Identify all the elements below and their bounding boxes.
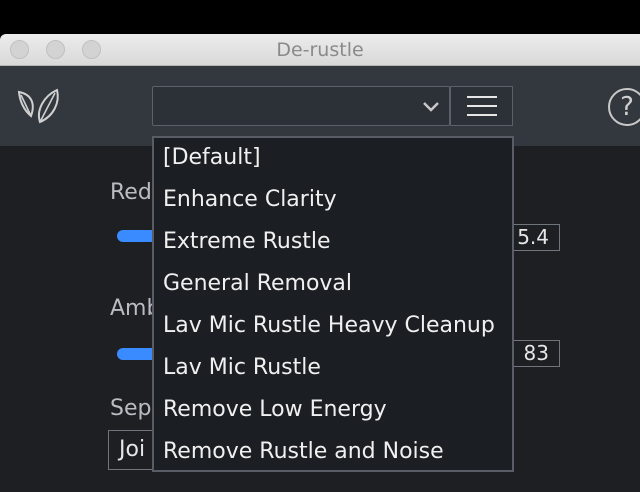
title-bar[interactable]: De-rustle: [0, 34, 640, 66]
preset-menu-item[interactable]: General Removal: [154, 264, 512, 306]
preset-select[interactable]: [152, 86, 450, 126]
preset-menu-item[interactable]: Remove Low Energy: [154, 390, 512, 432]
separation-label: Sep: [110, 396, 152, 421]
ambience-slider[interactable]: [117, 348, 157, 360]
preset-menu-item[interactable]: Extreme Rustle: [154, 222, 512, 264]
help-button[interactable]: ?: [608, 88, 640, 126]
preset-menu-item[interactable]: [Default]: [154, 138, 512, 180]
preset-menu-item[interactable]: Lav Mic Rustle: [154, 348, 512, 390]
chevron-down-icon: [421, 99, 441, 118]
reduction-slider[interactable]: [117, 230, 157, 242]
preset-dropdown-menu: [Default] Enhance Clarity Extreme Rustle Ge…: [152, 136, 514, 472]
toolbar: ?: [0, 66, 640, 146]
preset-menu-item[interactable]: Enhance Clarity: [154, 180, 512, 222]
preset-menu-item[interactable]: Lav Mic Rustle Heavy Cleanup: [154, 306, 512, 348]
hamburger-menu-button[interactable]: [450, 86, 513, 126]
reduction-label: Red: [110, 180, 152, 205]
window-title: De-rustle: [276, 39, 364, 61]
leaf-logo-icon: [16, 86, 62, 130]
preset-menu-item[interactable]: Remove Rustle and Noise: [154, 432, 512, 474]
plugin-window: De-rustle ? Red 5.4 Amb 83 Sep Joi [Defa…: [0, 34, 640, 492]
